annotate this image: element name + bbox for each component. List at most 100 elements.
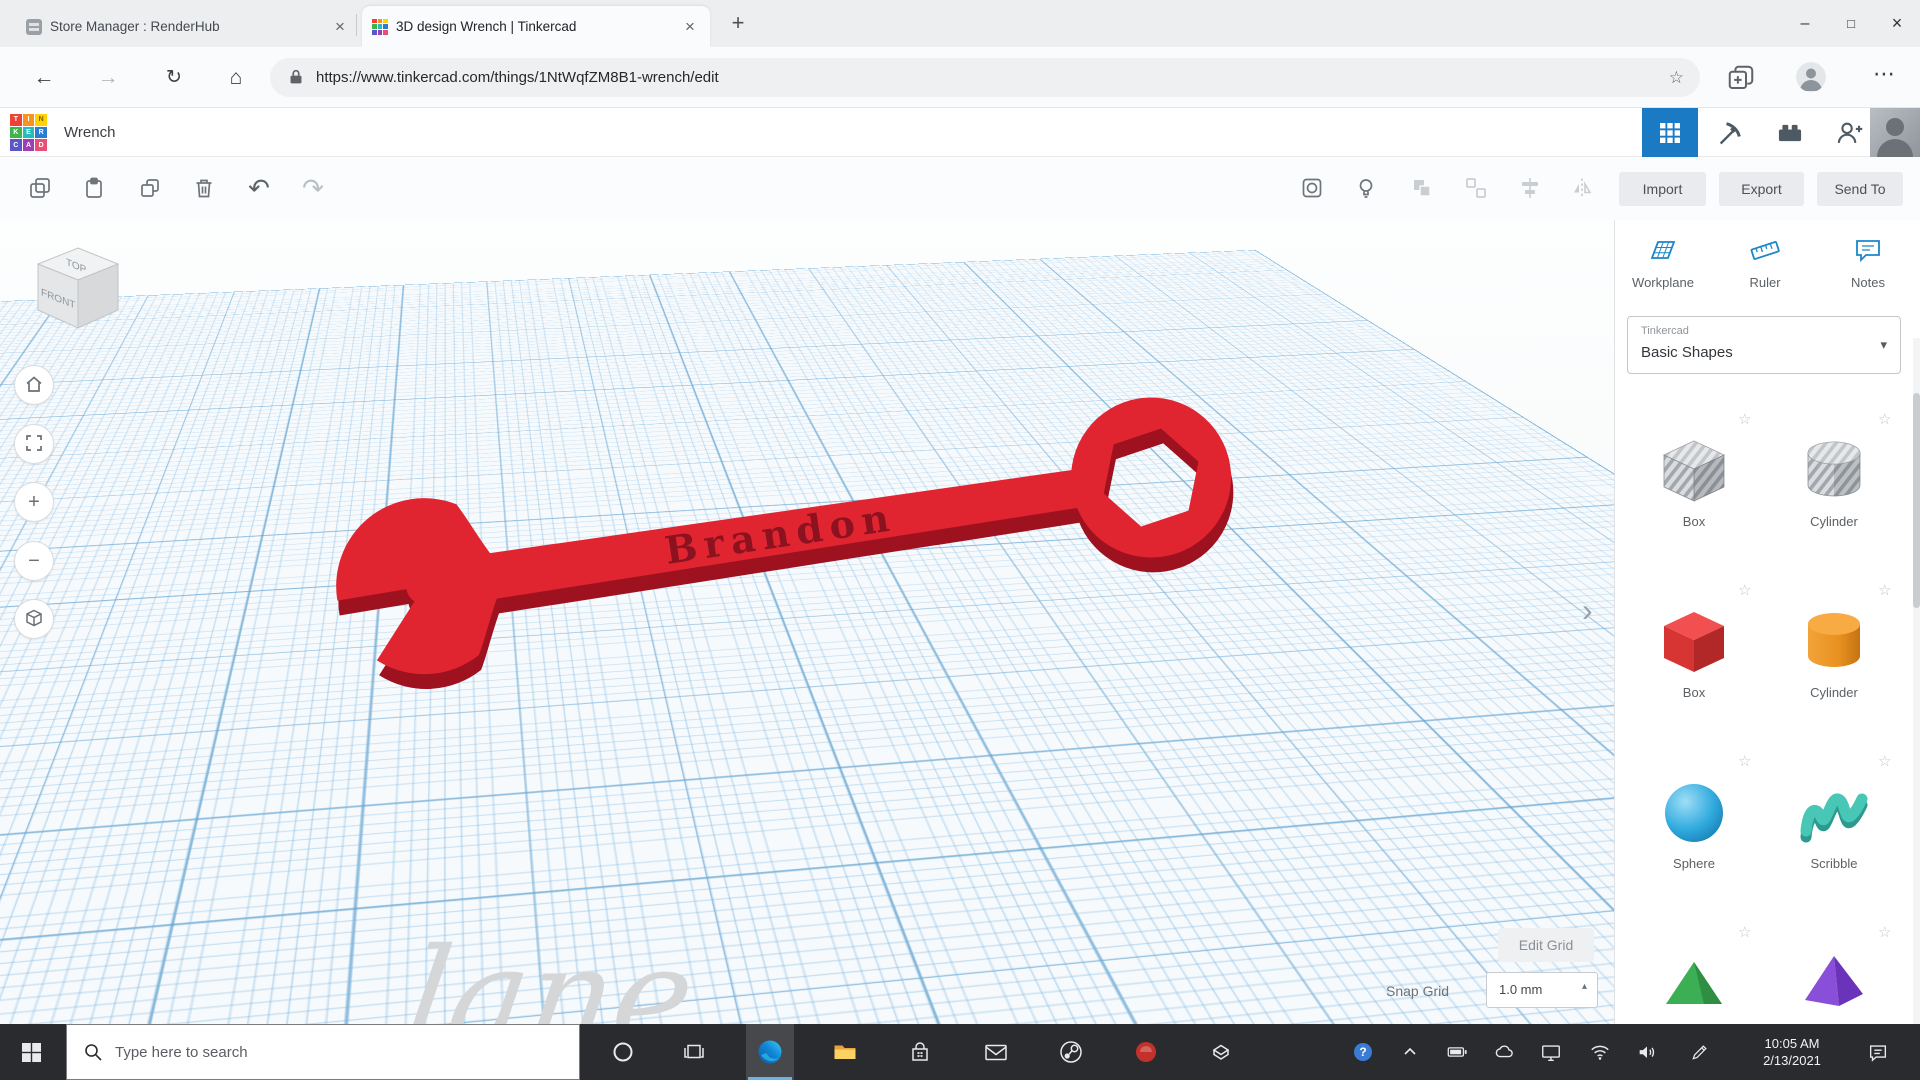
browser-toolbar: ← → ↻ ⌂ https://www.tinkercad.com/things… xyxy=(0,47,1920,108)
add-favorite-icon[interactable]: ☆ xyxy=(1669,58,1684,97)
dashboard-grid-button[interactable] xyxy=(1642,108,1698,157)
copy-icon[interactable] xyxy=(28,176,52,200)
shape-scribble[interactable] xyxy=(1794,771,1874,851)
tab-store-manager[interactable]: Store Manager : RenderHub × xyxy=(16,6,360,47)
undo-icon[interactable]: ↶ xyxy=(244,171,274,205)
minecraft-pickaxe-icon[interactable] xyxy=(1716,119,1744,147)
tab-close-icon[interactable]: × xyxy=(680,17,700,37)
favorite-star-icon[interactable]: ☆ xyxy=(1738,923,1751,941)
browser-menu-icon[interactable]: ⋯ xyxy=(1868,59,1900,91)
export-button[interactable]: Export xyxy=(1719,172,1804,206)
shape-cylinder[interactable] xyxy=(1794,600,1874,680)
mail-button[interactable] xyxy=(972,1024,1020,1080)
tray-expand-button[interactable] xyxy=(1392,1024,1428,1080)
workplane-tool-button[interactable]: Workplane xyxy=(1618,234,1708,290)
shape-library-dropdown[interactable]: Tinkercad Basic Shapes ▾ xyxy=(1627,316,1901,374)
scrollbar-thumb[interactable] xyxy=(1913,393,1920,608)
forward-button[interactable]: → xyxy=(92,62,124,94)
favorite-star-icon[interactable]: ☆ xyxy=(1878,923,1891,941)
address-bar[interactable]: https://www.tinkercad.com/things/1NtWqfZ… xyxy=(270,58,1700,97)
sidebar-scrollbar[interactable] xyxy=(1913,338,1920,1024)
ruler-tool-button[interactable]: Ruler xyxy=(1720,234,1810,290)
invite-person-icon[interactable] xyxy=(1836,119,1864,147)
tinkercad-logo-icon[interactable]: TIN KER CAD xyxy=(10,114,47,151)
dropbox-button[interactable] xyxy=(1197,1024,1245,1080)
perspective-toggle-button[interactable] xyxy=(14,599,54,639)
home-button[interactable]: ⌂ xyxy=(220,62,252,94)
shape-pyramid[interactable] xyxy=(1794,942,1874,1022)
zoom-out-button[interactable]: − xyxy=(14,541,54,581)
browser-profile-avatar[interactable] xyxy=(1796,62,1826,92)
spinner-up-icon[interactable]: ▴ xyxy=(1582,983,1587,991)
tab-tinkercad[interactable]: 3D design Wrench | Tinkercad × xyxy=(362,6,710,47)
design-name[interactable]: Wrench xyxy=(64,108,115,157)
favorite-star-icon[interactable]: ☆ xyxy=(1878,410,1891,428)
network-tray-icon[interactable] xyxy=(1582,1024,1618,1080)
delete-icon[interactable] xyxy=(192,176,216,200)
battery-tray-icon[interactable] xyxy=(1439,1024,1475,1080)
window-maximize-button[interactable]: □ xyxy=(1828,0,1874,47)
app-red-button[interactable] xyxy=(1122,1024,1170,1080)
favorite-star-icon[interactable]: ☆ xyxy=(1738,752,1751,770)
collections-icon[interactable] xyxy=(1726,63,1756,93)
send-to-button[interactable]: Send To xyxy=(1817,172,1903,206)
favorite-star-icon[interactable]: ☆ xyxy=(1878,581,1891,599)
duplicate-icon[interactable] xyxy=(138,176,162,200)
cortana-button[interactable] xyxy=(600,1024,646,1080)
align-icon[interactable] xyxy=(1518,176,1542,200)
shape-roof[interactable] xyxy=(1654,942,1734,1022)
edit-grid-button[interactable]: Edit Grid xyxy=(1498,928,1594,962)
paste-icon[interactable] xyxy=(82,176,106,200)
window-close-button[interactable]: × xyxy=(1874,0,1920,47)
import-button[interactable]: Import xyxy=(1619,172,1706,206)
favorite-star-icon[interactable]: ☆ xyxy=(1738,581,1751,599)
store-button[interactable] xyxy=(896,1024,944,1080)
shape-label: Cylinder xyxy=(1774,514,1894,529)
onedrive-tray-icon[interactable] xyxy=(1486,1024,1522,1080)
steam-button[interactable] xyxy=(1047,1024,1095,1080)
shape-sphere[interactable] xyxy=(1654,771,1734,851)
view-home-button[interactable] xyxy=(14,365,54,405)
taskbar-search[interactable] xyxy=(66,1024,580,1080)
tab-close-icon[interactable]: × xyxy=(330,17,350,37)
notes-tool-button[interactable]: Notes xyxy=(1823,234,1913,290)
zoom-in-button[interactable]: + xyxy=(14,482,54,522)
workplane-tool-label: Workplane xyxy=(1618,275,1708,290)
back-button[interactable]: ← xyxy=(28,62,60,94)
view-cube[interactable]: TOP FRONT xyxy=(30,240,126,336)
shape-box[interactable] xyxy=(1654,600,1734,680)
task-view-button[interactable] xyxy=(671,1024,717,1080)
display-tray-icon[interactable] xyxy=(1533,1024,1569,1080)
show-all-bulb-icon[interactable] xyxy=(1354,176,1378,200)
user-avatar[interactable] xyxy=(1870,108,1920,157)
shape-box-hole[interactable] xyxy=(1654,429,1734,509)
new-tab-button[interactable]: + xyxy=(724,10,752,38)
inspector-icon[interactable] xyxy=(1300,176,1324,200)
ungroup-icon[interactable] xyxy=(1464,176,1488,200)
redo-icon[interactable]: ↷ xyxy=(298,171,328,205)
file-explorer-button[interactable] xyxy=(821,1024,869,1080)
group-icon[interactable] xyxy=(1410,176,1434,200)
lego-brick-icon[interactable] xyxy=(1776,119,1804,147)
search-input[interactable] xyxy=(115,1044,555,1061)
mirror-icon[interactable] xyxy=(1570,176,1594,200)
reload-button[interactable]: ↻ xyxy=(158,62,190,94)
sidebar-collapse-chevron[interactable]: › xyxy=(1582,592,1593,629)
shape-cylinder-hole[interactable] xyxy=(1794,429,1874,509)
wrench-model[interactable]: Brandon xyxy=(300,380,1300,700)
snap-grid-dropdown[interactable]: 1.0 mm ▴ xyxy=(1486,972,1598,1008)
favorite-star-icon[interactable]: ☆ xyxy=(1738,410,1751,428)
taskbar-clock[interactable]: 10:05 AM 2/13/2021 xyxy=(1740,1035,1844,1069)
volume-tray-icon[interactable] xyxy=(1629,1024,1665,1080)
fit-view-button[interactable] xyxy=(14,424,54,464)
pen-tray-icon[interactable] xyxy=(1682,1024,1718,1080)
start-button[interactable] xyxy=(0,1024,62,1080)
cortana-icon xyxy=(612,1041,634,1063)
3d-viewport[interactable]: lane Brandon TOP FRONT + − › Edit Grid S… xyxy=(0,220,1614,1024)
window-minimize-button[interactable]: – xyxy=(1782,0,1828,47)
action-center-button[interactable] xyxy=(1856,1024,1900,1080)
favorite-star-icon[interactable]: ☆ xyxy=(1878,752,1891,770)
edge-taskbar-button[interactable] xyxy=(746,1024,794,1080)
box-icon xyxy=(1654,600,1734,680)
get-help-button[interactable]: ? xyxy=(1345,1024,1381,1080)
